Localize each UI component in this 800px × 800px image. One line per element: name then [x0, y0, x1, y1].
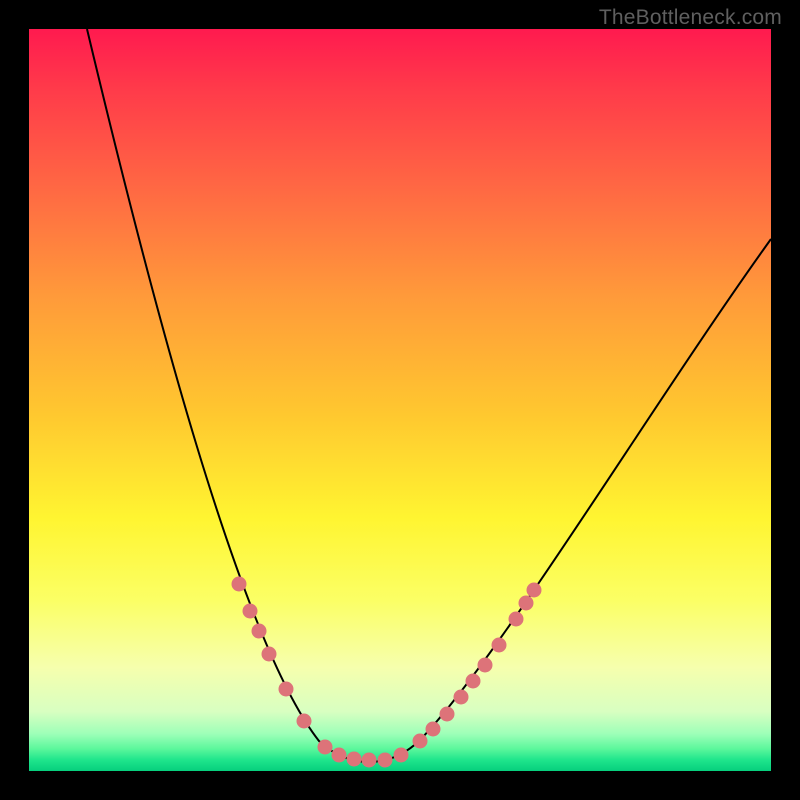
bottleneck-curve: [87, 29, 771, 762]
data-marker: [413, 734, 428, 749]
data-marker: [440, 707, 455, 722]
data-marker: [243, 604, 258, 619]
data-marker: [478, 658, 493, 673]
data-marker: [297, 714, 312, 729]
data-marker: [262, 647, 277, 662]
plot-area: [29, 29, 771, 771]
data-marker: [519, 596, 534, 611]
data-marker: [394, 748, 409, 763]
curve-layer: [29, 29, 771, 771]
data-marker: [426, 722, 441, 737]
data-marker: [466, 674, 481, 689]
data-marker: [232, 577, 247, 592]
data-marker: [454, 690, 469, 705]
data-marker: [318, 740, 333, 755]
watermark-text: TheBottleneck.com: [599, 6, 782, 30]
data-marker: [332, 748, 347, 763]
data-marker: [279, 682, 294, 697]
data-marker: [378, 753, 393, 768]
data-marker: [252, 624, 267, 639]
data-marker: [492, 638, 507, 653]
marker-group: [232, 577, 542, 768]
data-marker: [509, 612, 524, 627]
chart-frame: TheBottleneck.com: [0, 0, 800, 800]
data-marker: [527, 583, 542, 598]
data-marker: [362, 753, 377, 768]
data-marker: [347, 752, 362, 767]
